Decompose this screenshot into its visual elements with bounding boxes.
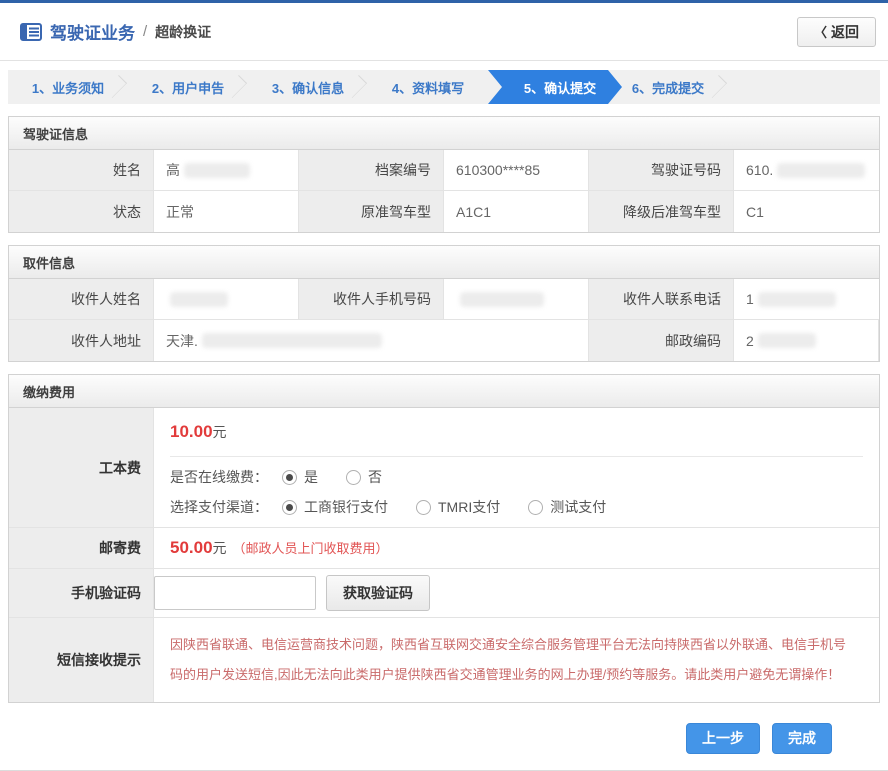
license-section-title: 驾驶证信息 <box>9 117 879 150</box>
back-button[interactable]: 〈 返回 <box>797 17 876 47</box>
pay-channel-question: 选择支付渠道： <box>170 497 268 517</box>
production-fee-amount: 10.00 <box>170 422 213 442</box>
production-fee-cell: 10.00 元 是否在线缴费： 是 否 选择支付渠道： 工商银行支 <box>154 408 879 528</box>
pay-channel-option-icbc[interactable]: 工商银行支付 <box>282 497 388 517</box>
back-button-label: 返回 <box>831 22 859 42</box>
redacted-blur <box>758 333 816 348</box>
page-subtitle: 超龄换证 <box>155 22 211 42</box>
breadcrumb-separator: / <box>143 23 147 40</box>
radio-unchecked-icon[interactable] <box>528 500 543 515</box>
recipient-name-value <box>154 279 299 320</box>
mail-fee-amount: 50.00 <box>170 538 213 558</box>
step-tab-4[interactable]: 4、资料填写 <box>368 70 488 104</box>
status-value: 正常 <box>154 191 299 232</box>
file-number-value: 610300****85 <box>444 150 589 191</box>
recipient-mobile-label: 收件人手机号码 <box>299 279 444 320</box>
redacted-blur <box>202 333 382 348</box>
postal-code-value: 2 <box>734 320 879 361</box>
sms-notice-text: 因陕西省联通、电信运营商技术问题，陕西省互联网交通安全综合服务管理平台无法向持陕… <box>170 618 863 702</box>
mail-fee-unit: 元 <box>213 538 227 558</box>
recipient-phone-value: 1 <box>734 279 879 320</box>
license-info-section: 驾驶证信息 姓名 高 档案编号 610300****85 驾驶证号码 610. … <box>8 116 880 233</box>
step-bar-filler <box>728 70 880 104</box>
downgraded-class-value: C1 <box>734 191 879 232</box>
redacted-blur <box>758 292 836 307</box>
divider <box>170 456 863 457</box>
redacted-blur <box>170 292 228 307</box>
step-tab-6[interactable]: 6、完成提交 <box>608 70 728 104</box>
payment-section: 缴纳费用 工本费 10.00 元 是否在线缴费： 是 否 选择支 <box>8 374 880 703</box>
status-label: 状态 <box>9 191 154 232</box>
sms-code-input[interactable] <box>154 576 316 610</box>
name-value: 高 <box>154 150 299 191</box>
original-class-label: 原准驾车型 <box>299 191 444 232</box>
production-fee-unit: 元 <box>213 422 227 442</box>
step-tab-3[interactable]: 3、确认信息 <box>248 70 368 104</box>
step-tab-1[interactable]: 1、业务须知 <box>8 70 128 104</box>
file-number-label: 档案编号 <box>299 150 444 191</box>
radio-unchecked-icon[interactable] <box>346 470 361 485</box>
name-label: 姓名 <box>9 150 154 191</box>
radio-unchecked-icon[interactable] <box>416 500 431 515</box>
postal-code-label: 邮政编码 <box>589 320 734 361</box>
page-title: 驾驶证业务 <box>50 19 135 44</box>
top-bar: 驾驶证业务 / 超龄换证 〈 返回 <box>0 0 888 61</box>
redacted-blur <box>777 163 865 178</box>
sms-notice-cell: 因陕西省联通、电信运营商技术问题，陕西省互联网交通安全综合服务管理平台无法向持陕… <box>154 618 879 702</box>
pay-channel-option-tmri[interactable]: TMRI支付 <box>416 497 500 517</box>
sms-code-label: 手机验证码 <box>9 569 154 618</box>
pay-channel-option-test[interactable]: 测试支付 <box>528 497 606 517</box>
pickup-section-title: 取件信息 <box>9 246 879 279</box>
license-number-value: 610. <box>734 150 879 191</box>
recipient-phone-label: 收件人联系电话 <box>589 279 734 320</box>
chevron-left-icon: 〈 <box>814 22 827 41</box>
step-progress-bar: 1、业务须知 2、用户申告 3、确认信息 4、资料填写 5、确认提交 6、完成提… <box>8 70 880 104</box>
payment-section-title: 缴纳费用 <box>9 375 879 408</box>
step-tab-2[interactable]: 2、用户申告 <box>128 70 248 104</box>
previous-step-button[interactable]: 上一步 <box>686 723 760 754</box>
license-number-label: 驾驶证号码 <box>589 150 734 191</box>
recipient-name-label: 收件人姓名 <box>9 279 154 320</box>
pickup-info-section: 取件信息 收件人姓名 收件人手机号码 收件人联系电话 1 收件人地址 天津. 邮… <box>8 245 880 362</box>
footer-actions: 上一步 完成 <box>0 703 888 770</box>
recipient-address-value: 天津. <box>154 320 589 361</box>
radio-checked-icon[interactable] <box>282 470 297 485</box>
downgraded-class-label: 降级后准驾车型 <box>589 191 734 232</box>
redacted-blur <box>184 163 250 178</box>
mail-fee-label: 邮寄费 <box>9 528 154 569</box>
pay-online-question: 是否在线缴费： <box>170 467 268 487</box>
radio-checked-icon[interactable] <box>282 500 297 515</box>
production-fee-label: 工本费 <box>9 408 154 528</box>
mail-fee-note: （邮政人员上门收取费用） <box>233 538 389 557</box>
original-class-value: A1C1 <box>444 191 589 232</box>
pay-online-option-no[interactable]: 否 <box>346 467 382 487</box>
sms-code-cell: 获取验证码 <box>154 569 879 618</box>
form-list-icon <box>20 23 42 41</box>
redacted-blur <box>460 292 544 307</box>
recipient-address-label: 收件人地址 <box>9 320 154 361</box>
step-tab-5-active[interactable]: 5、确认提交 <box>488 70 622 104</box>
mail-fee-cell: 50.00 元 （邮政人员上门收取费用） <box>154 528 879 569</box>
get-sms-code-button[interactable]: 获取验证码 <box>326 575 430 611</box>
recipient-mobile-value <box>444 279 589 320</box>
sms-notice-label: 短信接收提示 <box>9 618 154 702</box>
pay-online-option-yes[interactable]: 是 <box>282 467 318 487</box>
finish-button[interactable]: 完成 <box>772 723 832 754</box>
